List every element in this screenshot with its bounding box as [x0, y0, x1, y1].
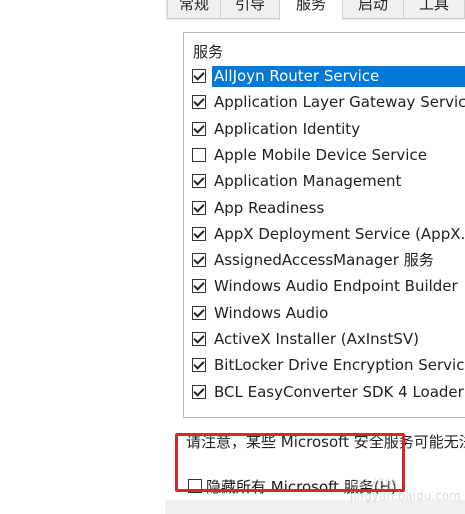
service-checkbox[interactable] — [192, 200, 206, 215]
tab-startup[interactable]: 启动 — [342, 0, 404, 19]
service-row[interactable]: Apple Mobile Device Service — [184, 143, 465, 169]
service-label[interactable]: Application Management — [214, 171, 401, 192]
service-checkbox[interactable] — [192, 253, 206, 268]
service-label[interactable]: AppX Deployment Service (AppX... — [214, 224, 465, 245]
service-checkbox[interactable] — [192, 358, 206, 373]
service-label[interactable]: Windows Audio Endpoint Builder — [214, 276, 458, 297]
service-label[interactable]: Apple Mobile Device Service — [214, 145, 427, 166]
service-label[interactable]: App Readiness — [214, 198, 324, 219]
tab-general[interactable]: 常规 — [167, 0, 221, 19]
service-label[interactable]: AllJoyn Router Service — [212, 66, 465, 87]
service-label[interactable]: AssignedAccessManager 服务 — [214, 250, 434, 271]
tab-services[interactable]: 服务 — [279, 0, 343, 22]
service-label[interactable]: ActiveX Installer (AxInstSV) — [214, 329, 419, 350]
tab-boot[interactable]: 引导 — [220, 0, 280, 19]
service-checkbox[interactable] — [192, 332, 206, 346]
service-label[interactable]: BCL EasyConverter SDK 4 Loader — [214, 382, 464, 403]
service-label[interactable]: Windows Audio — [214, 303, 328, 324]
service-row[interactable]: Windows Audio Endpoint Builder — [184, 274, 465, 300]
tab-tools[interactable]: 工具 — [403, 0, 465, 19]
service-row[interactable]: BCL EasyConverter SDK 4 Loader — [184, 380, 465, 406]
service-checkbox[interactable] — [192, 226, 206, 241]
service-checkbox[interactable] — [192, 69, 206, 83]
service-row[interactable]: ActiveX Installer (AxInstSV) — [184, 327, 465, 353]
service-checkbox[interactable] — [192, 305, 206, 320]
service-row[interactable]: BitLocker Drive Encryption Service — [184, 353, 465, 379]
service-label[interactable]: Application Identity — [214, 119, 360, 140]
service-row[interactable]: Application Management — [184, 169, 465, 195]
service-row[interactable]: Application Layer Gateway Service — [184, 90, 465, 116]
tab-bar: 常规 引导 服务 启动 工具 — [165, 0, 465, 22]
service-label[interactable]: Application Layer Gateway Service — [214, 92, 465, 113]
baidu-watermark: Bai 经验 jingyan.baidu.com — [350, 477, 461, 503]
service-label[interactable]: BitLocker Drive Encryption Service — [214, 355, 465, 376]
service-row[interactable]: AllJoyn Router Service — [184, 64, 465, 90]
service-row[interactable]: Application Identity — [184, 117, 465, 143]
service-checkbox[interactable] — [192, 384, 206, 399]
service-checkbox[interactable] — [192, 95, 206, 110]
service-checkbox[interactable] — [192, 121, 206, 136]
service-row[interactable]: Windows Audio — [184, 301, 465, 327]
service-checkbox[interactable] — [192, 174, 206, 189]
services-panel: 服务 AllJoyn Router Service Application Lay… — [165, 20, 465, 500]
services-column-header[interactable]: 服务 — [193, 41, 223, 62]
service-row[interactable]: AppX Deployment Service (AppX... — [184, 222, 465, 248]
services-list[interactable]: 服务 AllJoyn Router Service Application Lay… — [183, 32, 465, 418]
service-row[interactable]: AssignedAccessManager 服务 — [184, 248, 465, 274]
service-row[interactable]: App Readiness — [184, 196, 465, 222]
service-checkbox[interactable] — [192, 147, 206, 162]
service-checkbox[interactable] — [192, 279, 206, 294]
